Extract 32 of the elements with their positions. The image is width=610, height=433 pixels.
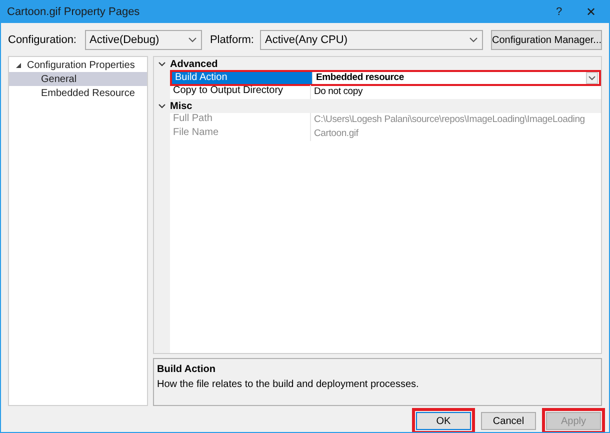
chevron-icon[interactable] — [158, 102, 166, 110]
platform-label: Platform: — [210, 32, 254, 48]
platform-dropdown[interactable]: Active(Any CPU) — [260, 30, 483, 50]
window-title: Cartoon.gif Property Pages — [7, 4, 141, 20]
dropdown-icon[interactable] — [586, 72, 598, 84]
chevron-icon[interactable] — [158, 60, 166, 68]
help-button[interactable]: ? — [547, 4, 571, 20]
caret-icon — [469, 37, 478, 43]
property-name: File Name — [172, 127, 220, 140]
description-title: Build Action — [157, 363, 217, 377]
property-value: Embedded resource — [315, 72, 405, 84]
tree-item[interactable]: General — [9, 72, 147, 86]
cancel-button[interactable]: Cancel — [481, 412, 536, 430]
property-value: Cartoon.gif — [313, 128, 360, 140]
configuration-dropdown[interactable]: Active(Debug) — [84, 30, 202, 50]
configuration-manager-button[interactable]: Configuration Manager... — [491, 30, 602, 50]
configuration-label: Configuration: — [8, 32, 76, 48]
tree-item[interactable]: Configuration Properties — [9, 58, 147, 72]
expand-icon[interactable] — [15, 62, 22, 68]
close-button[interactable]: ✕ — [579, 3, 603, 21]
tree-item[interactable]: Embedded Resource — [9, 86, 147, 100]
ok-button[interactable]: OK — [416, 412, 471, 430]
property-name: Full Path — [172, 113, 214, 126]
category-heading: Advanced — [170, 58, 218, 72]
property-row[interactable]: Build Action Embedded resource — [170, 70, 601, 86]
property-name: Build Action — [172, 72, 312, 84]
property-name: Copy to Output Directory — [172, 85, 284, 98]
caret-icon — [188, 37, 197, 43]
category-heading: Misc — [170, 100, 192, 114]
property-value: Do not copy — [313, 86, 364, 98]
description-text: How the file relates to the build and deployment processes. — [157, 378, 420, 392]
property-value: C:\Users\Logesh Palani\source\repos\ImageLoading\ImageLoading — [313, 114, 586, 126]
